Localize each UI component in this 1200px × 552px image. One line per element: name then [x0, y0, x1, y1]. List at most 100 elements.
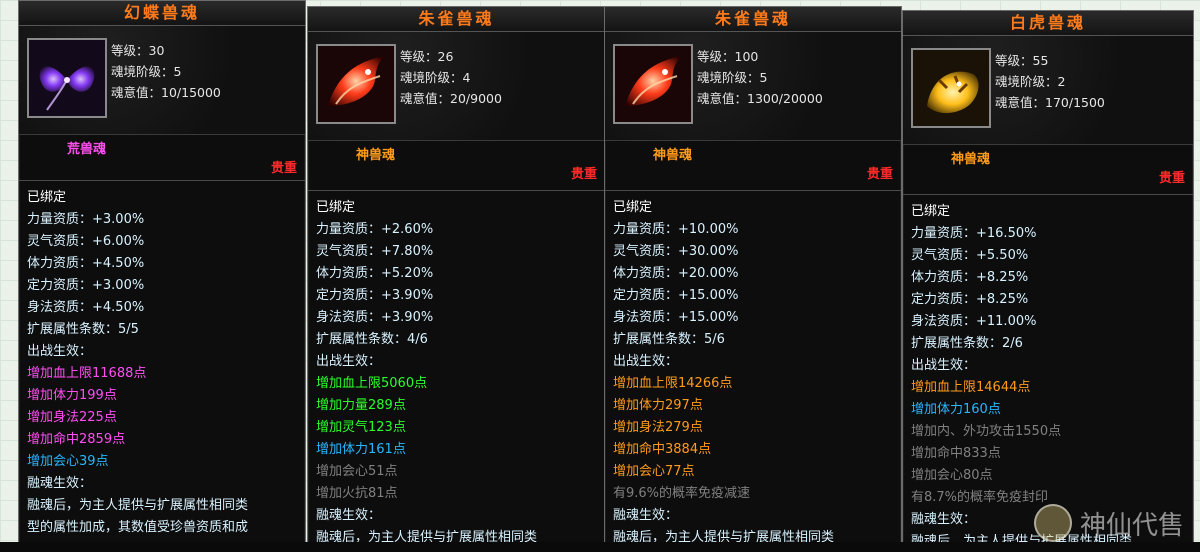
attribute-line: 身法资质：+11.00% — [911, 314, 1037, 329]
attribute-line: 增加命中3884点 — [613, 442, 712, 457]
attribute-line: 力量资质：+3.00% — [27, 212, 145, 227]
attribute-line: 力量资质：+2.60% — [316, 222, 434, 237]
rarity-label: 贵重 — [1158, 171, 1185, 186]
panel-header: 等级：55 魂境阶级：2 魂意值：170/1500 神兽魂 贵重 — [903, 36, 1193, 186]
rarity-label: 贵重 — [270, 161, 297, 176]
spirit-type: 神兽魂 — [653, 148, 693, 163]
attribute-line: 增加体力199点 — [27, 388, 117, 403]
attribute-line: 增加命中2859点 — [27, 432, 126, 447]
attribute-list: 已绑定 力量资质：+16.50% 灵气资质：+5.50% 体力资质：+8.25% 定力资… — [903, 194, 1193, 551]
attribute-line: 融魂后，为主人提供与扩展属性相同类 — [27, 498, 249, 513]
attribute-line: 出战生效： — [316, 354, 382, 369]
stat-soul-value: 魂意值：170/1500 — [995, 95, 1105, 110]
attribute-line: 出战生效： — [613, 354, 679, 369]
attribute-line: 增加会心51点 — [316, 464, 398, 479]
attribute-line: 增加体力160点 — [911, 402, 1001, 417]
attribute-line: 已绑定 — [911, 204, 951, 219]
attribute-line: 体力资质：+20.00% — [613, 266, 739, 281]
attribute-line: 增加体力297点 — [613, 398, 703, 413]
panel-title: 白虎兽魂 — [903, 11, 1193, 36]
attribute-line: 增加血上限14644点 — [911, 380, 1031, 395]
attribute-line: 灵气资质：+6.00% — [27, 234, 145, 249]
attribute-line: 已绑定 — [316, 200, 356, 215]
panel-title: 朱雀兽魂 — [605, 7, 901, 32]
spirit-stats: 等级：55 魂境阶级：2 魂意值：170/1500 — [995, 50, 1105, 113]
stat-soul-value: 魂意值：20/9000 — [400, 91, 502, 106]
attribute-line: 增加身法279点 — [613, 420, 703, 435]
spirit-type: 神兽魂 — [951, 152, 991, 167]
attribute-line: 增加血上限5060点 — [316, 376, 428, 391]
attribute-line: 身法资质：+4.50% — [27, 300, 145, 315]
spirit-panel-butterfly: 幻蝶兽魂 等级：30 魂境阶级：5 魂意值：10/15000 荒兽魂 贵重 已绑… — [18, 0, 306, 550]
attribute-list: 已绑定 力量资质：+2.60% 灵气资质：+7.80% 体力资质：+5.20% 定力资质… — [308, 190, 605, 551]
attribute-line: 扩展属性条数：5/5 — [27, 322, 139, 337]
attribute-line: 已绑定 — [613, 200, 653, 215]
attribute-line: 融魂生效： — [613, 508, 679, 523]
stat-soul-value: 魂意值：10/15000 — [111, 85, 221, 100]
bottom-strip — [0, 542, 1200, 552]
attribute-line: 出战生效： — [911, 358, 977, 373]
attribute-line: 已绑定 — [27, 190, 67, 205]
attribute-line: 出战生效： — [27, 344, 93, 359]
attribute-line: 灵气资质：+5.50% — [911, 248, 1029, 263]
attribute-line: 增加力量289点 — [316, 398, 406, 413]
attribute-line: 灵气资质：+30.00% — [613, 244, 739, 259]
attribute-line: 扩展属性条数：2/6 — [911, 336, 1023, 351]
stat-level: 等级：30 — [111, 43, 165, 58]
stat-realm: 魂境阶级：5 — [111, 64, 182, 79]
attribute-line: 增加身法225点 — [27, 410, 117, 425]
panel-header: 等级：30 魂境阶级：5 魂意值：10/15000 荒兽魂 贵重 — [19, 26, 305, 176]
stat-level: 等级：55 — [995, 53, 1049, 68]
spirit-type: 神兽魂 — [356, 148, 396, 163]
stat-realm: 魂境阶级：4 — [400, 70, 471, 85]
panel-title: 朱雀兽魂 — [308, 7, 605, 32]
spirit-panel-phoenix-2: 朱雀兽魂 等级：100 魂境阶级：5 魂意值：1300/20000 神兽魂 贵重… — [604, 6, 902, 552]
attribute-line: 增加火抗81点 — [316, 486, 398, 501]
attribute-line: 融魂生效： — [316, 508, 382, 523]
attribute-line: 增加体力161点 — [316, 442, 406, 457]
attribute-line: 融魂生效： — [27, 476, 93, 491]
phoenix-soul-icon[interactable] — [316, 44, 396, 124]
stat-level: 等级：100 — [697, 49, 759, 64]
attribute-line: 体力资质：+8.25% — [911, 270, 1029, 285]
spirit-type: 荒兽魂 — [67, 142, 107, 157]
attribute-line: 定力资质：+8.25% — [911, 292, 1029, 307]
attribute-line: 增加血上限14266点 — [613, 376, 733, 391]
stat-level: 等级：26 — [400, 49, 454, 64]
attribute-line: 型的属性加成，其数值受珍兽资质和成 — [27, 520, 249, 535]
attribute-line: 扩展属性条数：4/6 — [316, 332, 428, 347]
attribute-line: 扩展属性条数：5/6 — [613, 332, 725, 347]
watermark-text: 神仙代售 — [1079, 510, 1184, 541]
attribute-line: 有9.6%的概率免疫减速 — [613, 486, 751, 501]
phoenix-soul-icon[interactable] — [613, 44, 693, 124]
stat-realm: 魂境阶级：2 — [995, 74, 1066, 89]
attribute-line: 增加会心39点 — [27, 454, 109, 469]
panel-title: 幻蝶兽魂 — [19, 1, 305, 26]
attribute-line: 体力资质：+5.20% — [316, 266, 434, 281]
spirit-panel-phoenix-1: 朱雀兽魂 等级：26 魂境阶级：4 魂意值：20/9000 神兽魂 贵重 已绑定… — [307, 6, 606, 552]
watermark: 神仙代售 — [1033, 504, 1184, 542]
attribute-line: 增加灵气123点 — [316, 420, 406, 435]
rarity-label: 贵重 — [570, 167, 597, 182]
attribute-line: 力量资质：+10.00% — [613, 222, 739, 237]
attribute-line: 定力资质：+15.00% — [613, 288, 739, 303]
rarity-label: 贵重 — [866, 167, 893, 182]
tiger-soul-icon[interactable] — [911, 48, 991, 128]
spirit-stats: 等级：26 魂境阶级：4 魂意值：20/9000 — [400, 46, 502, 109]
attribute-line: 增加会心80点 — [911, 468, 993, 483]
attribute-line: 增加命中833点 — [911, 446, 1001, 461]
stat-realm: 魂境阶级：5 — [697, 70, 768, 85]
spirit-stats: 等级：100 魂境阶级：5 魂意值：1300/20000 — [697, 46, 823, 109]
spirit-stats: 等级：30 魂境阶级：5 魂意值：10/15000 — [111, 40, 221, 103]
attribute-list: 已绑定力量资质：+3.00% 灵气资质：+6.00% 体力资质：+4.50% 定力资质… — [19, 180, 305, 545]
panel-header: 等级：26 魂境阶级：4 魂意值：20/9000 神兽魂 贵重 — [308, 32, 605, 182]
butterfly-soul-icon[interactable] — [27, 38, 107, 118]
attribute-line: 身法资质：+3.90% — [316, 310, 434, 325]
stat-soul-value: 魂意值：1300/20000 — [697, 91, 823, 106]
attribute-line: 定力资质：+3.00% — [27, 278, 145, 293]
attribute-line: 身法资质：+15.00% — [613, 310, 739, 325]
attribute-line: 体力资质：+4.50% — [27, 256, 145, 271]
attribute-line: 增加会心77点 — [613, 464, 695, 479]
attribute-line: 灵气资质：+7.80% — [316, 244, 434, 259]
attribute-list: 已绑定力量资质：+10.00% 灵气资质：+30.00% 体力资质：+20.00% 定… — [605, 190, 901, 551]
